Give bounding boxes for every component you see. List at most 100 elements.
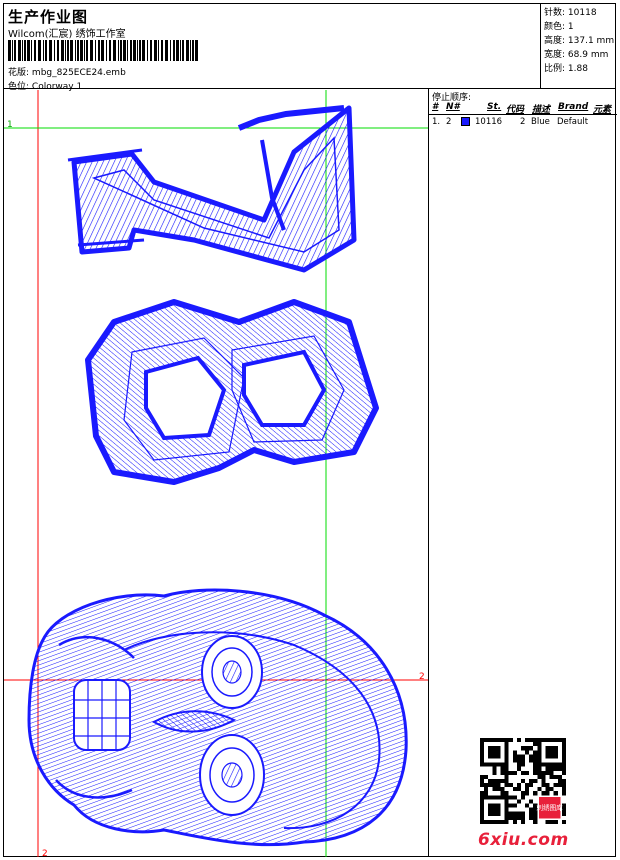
qr-module bbox=[561, 766, 566, 771]
qr-module bbox=[525, 738, 530, 743]
col-brand: Brand bbox=[558, 102, 589, 112]
barcode-bar bbox=[12, 40, 13, 61]
qr-module bbox=[488, 803, 501, 816]
qr-module bbox=[516, 787, 521, 792]
barcode-bar bbox=[45, 40, 47, 61]
stat-height: 高度: 137.1 mm bbox=[544, 36, 615, 46]
barcode-bar bbox=[130, 40, 132, 61]
qr-module bbox=[561, 778, 566, 784]
qr-module bbox=[529, 738, 534, 743]
studio-name: Wilcom(汇宸) 绣饰工作室 bbox=[8, 29, 126, 40]
qr-module bbox=[504, 770, 509, 775]
col-code: 代码 bbox=[506, 105, 525, 115]
barcode-bar bbox=[190, 40, 191, 61]
barcode bbox=[8, 40, 198, 61]
barcode-bar bbox=[70, 40, 73, 61]
qr-module bbox=[541, 770, 546, 775]
guide-mark-1: 1 bbox=[7, 120, 13, 130]
qr-module bbox=[484, 783, 489, 788]
qr-module bbox=[512, 770, 517, 775]
qr-module bbox=[533, 754, 538, 759]
qr-module bbox=[549, 766, 554, 771]
stat-colors: 颜色: 1 bbox=[544, 22, 574, 32]
design-canvas: 1 2 2 bbox=[4, 90, 428, 857]
qr-module bbox=[480, 783, 485, 788]
qr-module bbox=[500, 778, 505, 784]
qr-module bbox=[488, 746, 501, 759]
qr-module bbox=[525, 803, 530, 808]
barcode-bar bbox=[165, 40, 168, 61]
qr-module bbox=[492, 783, 497, 788]
qr-module bbox=[508, 803, 513, 808]
barcode-bar bbox=[38, 40, 41, 61]
barcode-bar bbox=[77, 40, 79, 61]
qr-module bbox=[508, 795, 513, 800]
qr-module bbox=[549, 770, 554, 775]
qr-module bbox=[545, 783, 550, 788]
qr-module bbox=[492, 778, 497, 784]
qr-module bbox=[504, 783, 509, 788]
qr-module bbox=[516, 738, 521, 743]
qr-module bbox=[492, 766, 497, 771]
qr-module bbox=[480, 778, 485, 784]
qr-module bbox=[496, 778, 501, 784]
stat-stitches: 针数: 10118 bbox=[544, 8, 597, 18]
qr-module bbox=[512, 758, 517, 763]
col-stitches: St. bbox=[487, 102, 502, 112]
qr-seal-text: 刺绣图库 bbox=[537, 803, 564, 812]
qr-module bbox=[529, 758, 534, 763]
qr-module bbox=[516, 754, 521, 759]
qr-module bbox=[549, 774, 554, 779]
qr-module bbox=[529, 799, 534, 804]
barcode-bar bbox=[49, 40, 52, 61]
qr-module bbox=[504, 791, 509, 796]
barcode-bar bbox=[195, 40, 198, 61]
page-title: 生产作业图 bbox=[8, 8, 89, 26]
barcode-bar bbox=[192, 40, 194, 61]
qr-module bbox=[529, 778, 534, 784]
barcode-bar bbox=[90, 40, 93, 61]
col-needle: N# bbox=[446, 102, 460, 112]
embroidery-number-88 bbox=[85, 299, 379, 485]
qr-module bbox=[512, 819, 517, 824]
stat-width: 宽度: 68.9 mm bbox=[544, 50, 609, 60]
qr-module bbox=[500, 791, 505, 796]
barcode-bar bbox=[54, 40, 55, 61]
qr-module bbox=[553, 766, 558, 771]
qr-module bbox=[533, 770, 538, 775]
barcode-bar bbox=[95, 40, 96, 61]
qr-module bbox=[545, 787, 550, 792]
qr-module bbox=[549, 819, 554, 824]
barcode-bar bbox=[120, 40, 122, 61]
watermark-logo: 6xiu.com bbox=[478, 830, 569, 850]
stats-box: 针数: 10118 颜色: 1 高度: 137.1 mm 宽度: 68.9 mm… bbox=[540, 3, 616, 89]
qr-module bbox=[545, 766, 550, 771]
row-brand: Default bbox=[557, 117, 589, 127]
barcode-bar bbox=[154, 40, 157, 61]
qr-module bbox=[545, 819, 550, 824]
barcode-bar bbox=[142, 40, 145, 61]
qr-module bbox=[512, 750, 517, 755]
qr-code: 刺绣图库 bbox=[480, 738, 566, 824]
qr-module bbox=[516, 811, 521, 816]
qr-module bbox=[520, 778, 526, 784]
barcode-bar bbox=[27, 40, 30, 61]
file-line: 花版: mbg_825ECE24.emb bbox=[8, 65, 126, 78]
barcode-bar bbox=[180, 40, 181, 61]
qr-module bbox=[520, 791, 526, 796]
barcode-bar bbox=[67, 40, 69, 61]
qr-module bbox=[512, 795, 517, 800]
barcode-bar bbox=[57, 40, 59, 61]
qr-module bbox=[508, 811, 513, 816]
qr-module bbox=[504, 774, 509, 779]
barcode-bar bbox=[34, 40, 36, 61]
barcode-bar bbox=[139, 40, 141, 61]
barcode-bar bbox=[22, 40, 23, 61]
qr-module bbox=[500, 787, 505, 792]
qr-module bbox=[541, 791, 546, 796]
qr-module bbox=[533, 815, 538, 820]
qr-module bbox=[525, 746, 530, 751]
barcode-bar bbox=[113, 40, 116, 61]
table-row: 1. 2 10116 2 Blue Default bbox=[429, 116, 617, 128]
qr-module bbox=[533, 791, 538, 796]
